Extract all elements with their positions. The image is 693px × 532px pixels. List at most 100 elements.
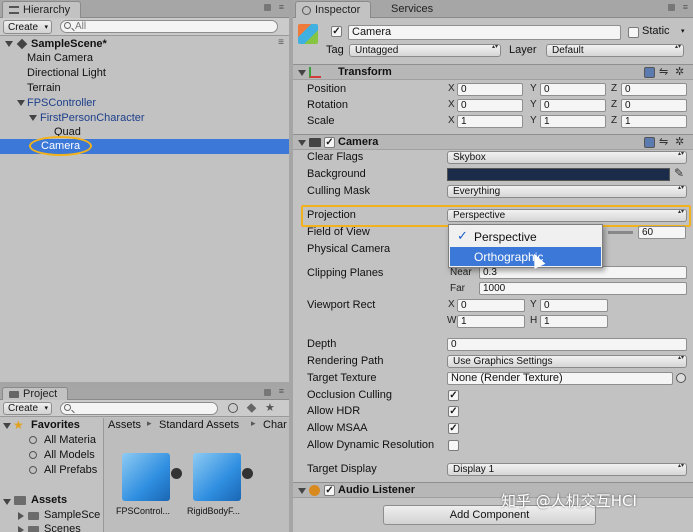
- allow-dynamic-resolution-checkbox[interactable]: [448, 440, 459, 451]
- rendering-path-value: Use Graphics Settings: [453, 356, 553, 367]
- panel-lock-icon[interactable]: [264, 4, 271, 11]
- expand-arrow-icon[interactable]: [3, 423, 11, 429]
- fov-slider-track[interactable]: [608, 231, 633, 234]
- clear-flags-value: Skybox: [453, 152, 486, 163]
- allow-hdr-checkbox[interactable]: ✓: [448, 406, 459, 417]
- rotation-y-field[interactable]: 0: [540, 99, 606, 112]
- project-create-button[interactable]: Create ▾: [3, 402, 53, 415]
- prefab-asset[interactable]: FPSControl...: [116, 448, 182, 518]
- scene-menu-icon[interactable]: ≡: [278, 37, 284, 48]
- hierarchy-item-terrain[interactable]: Terrain: [0, 81, 289, 96]
- panel-menu-icon[interactable]: ≡: [683, 2, 688, 12]
- help-book-icon[interactable]: [644, 67, 655, 78]
- audio-listener-enabled-checkbox[interactable]: ✓: [324, 485, 335, 496]
- scene-row[interactable]: SampleScene* ≡: [0, 37, 289, 52]
- hierarchy-create-button[interactable]: Create ▾: [3, 20, 53, 34]
- hierarchy-search-input[interactable]: All: [60, 20, 278, 33]
- filter-by-type-icon[interactable]: [228, 403, 238, 413]
- fov-field[interactable]: 60: [638, 226, 686, 239]
- clear-flags-dropdown[interactable]: Skybox: [447, 151, 687, 164]
- gear-icon[interactable]: ✲: [675, 65, 684, 78]
- preset-icon[interactable]: ⇋: [659, 135, 668, 148]
- eyedropper-icon[interactable]: ✎: [674, 166, 684, 180]
- panel-lock-icon[interactable]: [264, 389, 271, 396]
- popup-option-orthographic[interactable]: Orthographic: [450, 247, 601, 269]
- gear-icon[interactable]: ✲: [675, 135, 684, 148]
- expand-arrow-icon[interactable]: [17, 100, 25, 106]
- depth-field[interactable]: 0: [447, 338, 687, 351]
- occlusion-culling-checkbox[interactable]: ✓: [448, 390, 459, 401]
- scale-x-field[interactable]: 1: [457, 115, 523, 128]
- layer-dropdown[interactable]: Default: [546, 44, 684, 57]
- rendering-path-dropdown[interactable]: Use Graphics Settings: [447, 355, 687, 368]
- expand-arrow-icon[interactable]: [29, 115, 37, 121]
- expand-arrow-icon[interactable]: [18, 526, 24, 532]
- projection-dropdown[interactable]: Perspective: [447, 209, 687, 222]
- panel-menu-icon[interactable]: ≡: [279, 386, 284, 396]
- favorite-star-icon[interactable]: ★: [265, 401, 275, 414]
- far-value: 1000: [483, 283, 506, 294]
- position-z-field[interactable]: 0: [621, 83, 687, 96]
- expand-arrow-icon[interactable]: [18, 512, 24, 520]
- hierarchy-item-directional-light[interactable]: Directional Light: [0, 66, 289, 81]
- rotation-x-field[interactable]: 0: [457, 99, 523, 112]
- tag-dropdown[interactable]: Untagged: [349, 44, 501, 57]
- breadcrumb-item[interactable]: Standard Assets: [159, 419, 239, 431]
- tab-hierarchy[interactable]: Hierarchy: [2, 1, 82, 18]
- filter-by-label-icon[interactable]: [246, 403, 257, 413]
- gameobject-active-checkbox[interactable]: ✓: [331, 26, 342, 37]
- rotation-z-value: 0: [625, 100, 631, 111]
- transform-rotation-row: Rotation X 0 Y 0 Z 0: [293, 98, 693, 113]
- allow-msaa-checkbox[interactable]: ✓: [448, 423, 459, 434]
- camera-enabled-checkbox[interactable]: ✓: [324, 137, 335, 148]
- help-book-icon[interactable]: [644, 137, 655, 148]
- hierarchy-item-fpscontroller[interactable]: FPSController: [0, 96, 289, 111]
- collapse-arrow-icon[interactable]: [298, 70, 306, 76]
- scale-y-field[interactable]: 1: [540, 115, 606, 128]
- play-preview-icon[interactable]: [171, 468, 182, 479]
- background-color-field[interactable]: [447, 168, 670, 181]
- gameobject-name-field[interactable]: Camera: [348, 25, 621, 40]
- audio-listener-title: Audio Listener: [338, 484, 416, 496]
- scale-z-field[interactable]: 1: [621, 115, 687, 128]
- expand-arrow-icon[interactable]: [5, 41, 13, 47]
- viewport-y-field[interactable]: 0: [540, 299, 608, 312]
- static-checkbox[interactable]: [628, 27, 639, 38]
- viewport-w-field[interactable]: 1: [457, 315, 525, 328]
- rotation-z-field[interactable]: 0: [621, 99, 687, 112]
- viewport-rect-label: Viewport Rect: [307, 299, 376, 311]
- breadcrumb-item[interactable]: Assets: [108, 419, 141, 431]
- target-texture-field[interactable]: None (Render Texture): [447, 372, 673, 385]
- position-y-field[interactable]: 0: [540, 83, 606, 96]
- expand-arrow-icon[interactable]: [3, 499, 11, 505]
- far-field[interactable]: 1000: [479, 282, 687, 295]
- object-picker-icon[interactable]: [676, 373, 686, 383]
- hierarchy-item-camera[interactable]: Camera: [0, 136, 289, 156]
- camera-component-header[interactable]: ✓ Camera ⇋ ✲: [293, 134, 693, 150]
- static-dropdown-arrow-icon[interactable]: ▾: [681, 27, 685, 35]
- position-x-field[interactable]: 0: [457, 83, 523, 96]
- breadcrumb-item[interactable]: Char: [263, 419, 287, 431]
- panel-menu-icon[interactable]: ≡: [279, 2, 284, 12]
- play-preview-icon[interactable]: [242, 468, 253, 479]
- viewport-h-field[interactable]: 1: [540, 315, 608, 328]
- popup-option-perspective[interactable]: ✓ Perspective: [450, 227, 601, 246]
- viewport-x-field[interactable]: 0: [457, 299, 525, 312]
- tab-project[interactable]: Project: [2, 387, 69, 401]
- viewport-y-value: 0: [544, 300, 550, 311]
- collapse-arrow-icon[interactable]: [298, 488, 306, 494]
- project-search-input[interactable]: [60, 402, 218, 415]
- hierarchy-item-firstpersoncharacter[interactable]: FirstPersonCharacter: [0, 111, 289, 126]
- transform-header[interactable]: Transform ⇋ ✲: [293, 64, 693, 80]
- collapse-arrow-icon[interactable]: [298, 140, 306, 146]
- tab-inspector[interactable]: Inspector: [295, 1, 372, 18]
- culling-mask-dropdown[interactable]: Everything: [447, 185, 687, 198]
- prefab-asset[interactable]: RigidBodyF...: [187, 448, 253, 518]
- hierarchy-item-main-camera[interactable]: Main Camera: [0, 51, 289, 66]
- tab-services[interactable]: Services: [383, 1, 443, 18]
- preset-icon[interactable]: ⇋: [659, 65, 668, 78]
- target-texture-value: None (Render Texture): [451, 372, 563, 384]
- clear-flags-label: Clear Flags: [307, 151, 364, 163]
- panel-lock-icon[interactable]: [668, 4, 675, 11]
- target-display-dropdown[interactable]: Display 1: [447, 463, 687, 476]
